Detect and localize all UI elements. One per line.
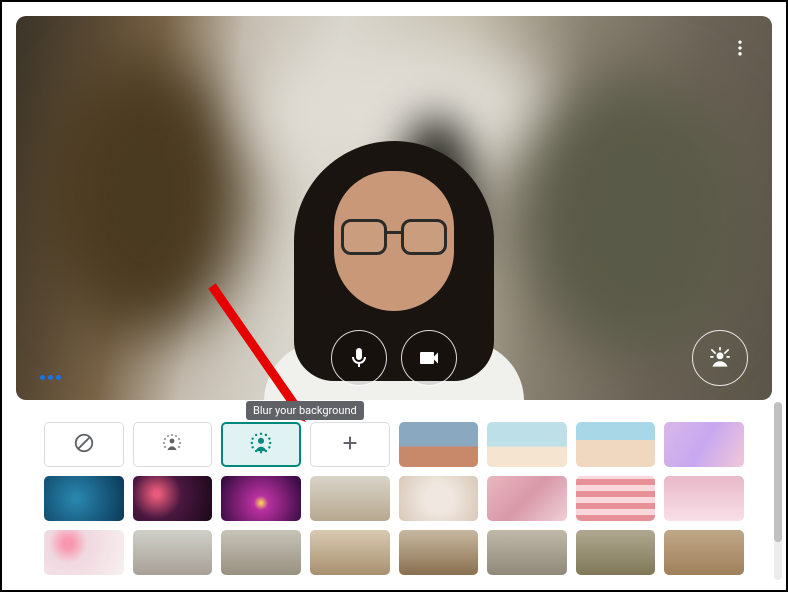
bg-option-bg10[interactable]	[487, 476, 567, 521]
scrollbar-thumb[interactable]	[774, 402, 782, 542]
plus-icon	[339, 432, 361, 458]
bg-option-bg3[interactable]	[576, 422, 656, 467]
bg-option-bg4[interactable]	[664, 422, 744, 467]
bg-option-bg6[interactable]	[133, 476, 213, 521]
bg-option-blur[interactable]	[221, 422, 301, 467]
bg-option-bg20[interactable]	[664, 530, 744, 575]
blurred-bg-shape	[522, 76, 742, 356]
bg-option-bg16[interactable]	[310, 530, 390, 575]
mic-icon	[347, 346, 371, 370]
bg-option-bg8[interactable]	[310, 476, 390, 521]
mic-toggle-button[interactable]	[331, 330, 387, 386]
more-options-button[interactable]	[726, 34, 754, 62]
scrollbar[interactable]	[774, 402, 782, 580]
bg-option-bg7[interactable]	[221, 476, 301, 521]
bg-option-bg14[interactable]	[133, 530, 213, 575]
tooltip: Blur your background	[246, 401, 364, 420]
bg-option-bg19[interactable]	[576, 530, 656, 575]
bg-option-none[interactable]	[44, 422, 124, 467]
bg-option-bg11[interactable]	[576, 476, 656, 521]
bg-option-bg12[interactable]	[664, 476, 744, 521]
bg-option-bg13[interactable]	[44, 530, 124, 575]
no-effect-icon	[73, 432, 95, 458]
bg-option-bg2[interactable]	[487, 422, 567, 467]
visual-effects-button[interactable]	[692, 330, 748, 386]
blur-icon	[248, 430, 274, 460]
bg-option-bg18[interactable]	[487, 530, 567, 575]
bg-option-blur-light[interactable]	[133, 422, 213, 467]
blurred-bg-shape	[46, 56, 246, 336]
more-vert-icon	[730, 38, 750, 58]
bg-option-bg9[interactable]	[399, 476, 479, 521]
bg-option-upload[interactable]	[310, 422, 390, 467]
bg-option-bg5[interactable]	[44, 476, 124, 521]
blur-light-icon	[160, 431, 184, 459]
bg-option-bg15[interactable]	[221, 530, 301, 575]
camera-icon	[417, 346, 441, 370]
camera-toggle-button[interactable]	[401, 330, 457, 386]
video-controls	[331, 330, 457, 386]
effects-icon	[707, 345, 733, 371]
bg-option-bg1[interactable]	[399, 422, 479, 467]
background-options-panel	[16, 416, 772, 580]
bg-option-bg17[interactable]	[399, 530, 479, 575]
menu-dots-button[interactable]	[40, 375, 61, 380]
video-preview	[16, 16, 772, 400]
